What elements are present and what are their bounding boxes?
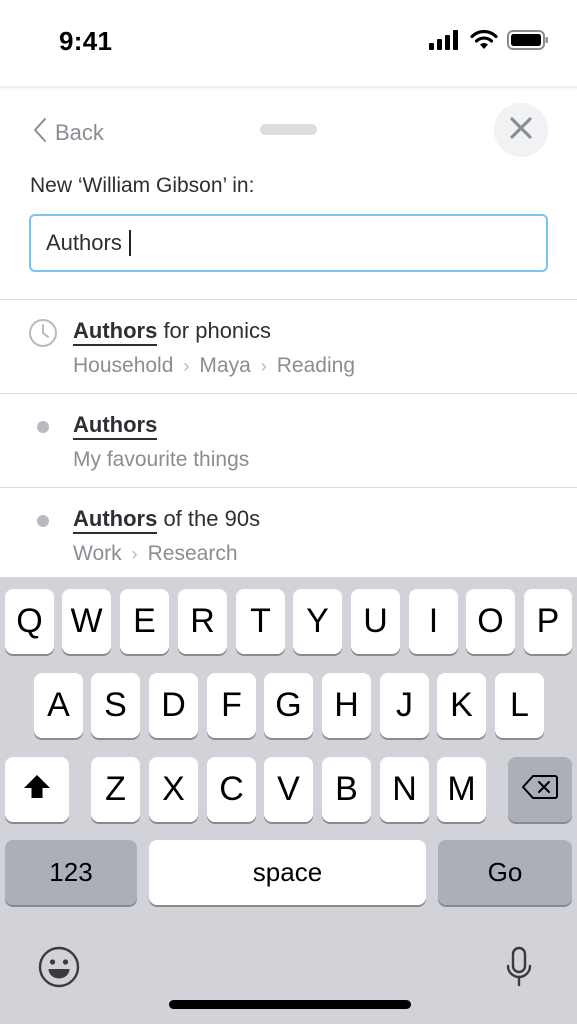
close-icon bbox=[510, 116, 532, 144]
key-d[interactable]: D bbox=[149, 673, 198, 738]
result-title-rest: of the 90s bbox=[157, 506, 261, 531]
status-time: 9:41 bbox=[59, 26, 113, 56]
path-segment: My favourite things bbox=[73, 448, 250, 471]
key-v[interactable]: V bbox=[264, 757, 313, 822]
numbers-key[interactable]: 123 bbox=[5, 840, 137, 905]
key-b[interactable]: B bbox=[322, 757, 371, 822]
key-m[interactable]: M bbox=[437, 757, 486, 822]
path-segment: Reading bbox=[276, 354, 355, 377]
result-title: Authors of the 90s bbox=[73, 506, 261, 534]
key-l[interactable]: L bbox=[495, 673, 544, 738]
result-match: Authors bbox=[73, 506, 158, 534]
sheet-header: Back bbox=[0, 88, 577, 170]
cellular-signal-icon bbox=[429, 30, 461, 55]
key-h[interactable]: H bbox=[322, 673, 371, 738]
search-input[interactable]: Authors bbox=[29, 214, 548, 272]
wifi-icon bbox=[470, 29, 498, 55]
shift-key[interactable] bbox=[5, 757, 69, 822]
chevron-right-icon: › bbox=[183, 356, 190, 376]
key-q[interactable]: Q bbox=[5, 589, 54, 654]
search-input-value: Authors bbox=[46, 230, 122, 255]
key-z[interactable]: Z bbox=[91, 757, 140, 822]
microphone-icon[interactable] bbox=[506, 946, 532, 988]
path-segment: Research bbox=[147, 542, 238, 565]
key-e[interactable]: E bbox=[120, 589, 169, 654]
list-item[interactable]: Authors My favourite things bbox=[0, 394, 577, 488]
result-path: Work › Research bbox=[73, 542, 238, 566]
key-f[interactable]: F bbox=[207, 673, 256, 738]
key-t[interactable]: T bbox=[236, 589, 285, 654]
key-r[interactable]: R bbox=[178, 589, 227, 654]
battery-icon bbox=[507, 30, 549, 55]
close-button[interactable] bbox=[494, 103, 548, 157]
key-p[interactable]: P bbox=[524, 589, 572, 654]
key-c[interactable]: C bbox=[207, 757, 256, 822]
home-indicator[interactable] bbox=[169, 1000, 411, 1009]
result-title: Authors for phonics bbox=[73, 318, 272, 346]
chevron-right-icon: › bbox=[260, 356, 267, 376]
key-s[interactable]: S bbox=[91, 673, 140, 738]
list-item[interactable]: Authors for phonics Household › Maya › Readi… bbox=[0, 300, 577, 394]
clock-icon bbox=[28, 318, 58, 348]
key-g[interactable]: G bbox=[264, 673, 313, 738]
destination-prompt: New ‘William Gibson’ in: bbox=[30, 174, 255, 197]
result-path: Household › Maya › Reading bbox=[73, 354, 355, 378]
result-title: Authors bbox=[73, 412, 158, 440]
path-segment: Work bbox=[73, 542, 122, 565]
emoji-icon[interactable] bbox=[38, 946, 80, 988]
sheet-grabber[interactable] bbox=[260, 124, 317, 135]
back-label: Back bbox=[55, 120, 104, 145]
bullet-icon bbox=[28, 506, 58, 536]
status-bar: 9:41 bbox=[0, 0, 577, 88]
space-key[interactable]: space bbox=[149, 840, 426, 905]
result-path: My favourite things bbox=[73, 448, 249, 472]
delete-key[interactable] bbox=[508, 757, 572, 822]
path-segment: Maya bbox=[199, 354, 251, 377]
keyboard: Q W E R T Y U I O P A S D F G H J K L Z … bbox=[0, 577, 577, 1024]
list-item[interactable]: Authors of the 90s Work › Research bbox=[0, 488, 577, 582]
text-caret bbox=[128, 230, 131, 256]
key-o[interactable]: O bbox=[466, 589, 515, 654]
bullet-icon bbox=[28, 412, 58, 442]
key-w[interactable]: W bbox=[62, 589, 111, 654]
result-match: Authors bbox=[73, 318, 158, 346]
key-y[interactable]: Y bbox=[293, 589, 342, 654]
chevron-right-icon: › bbox=[131, 544, 138, 564]
key-i[interactable]: I bbox=[409, 589, 458, 654]
go-key[interactable]: Go bbox=[438, 840, 572, 905]
path-segment: Household bbox=[73, 354, 174, 377]
key-j[interactable]: J bbox=[380, 673, 429, 738]
key-a[interactable]: A bbox=[34, 673, 83, 738]
back-button[interactable]: Back bbox=[33, 117, 104, 149]
result-match: Authors bbox=[73, 412, 158, 440]
result-title-rest: for phonics bbox=[157, 318, 272, 343]
shift-icon bbox=[23, 770, 51, 809]
key-u[interactable]: U bbox=[351, 589, 400, 654]
key-n[interactable]: N bbox=[380, 757, 429, 822]
delete-icon bbox=[522, 770, 558, 809]
chevron-left-icon bbox=[33, 117, 47, 149]
key-x[interactable]: X bbox=[149, 757, 198, 822]
status-icons bbox=[429, 29, 549, 55]
key-k[interactable]: K bbox=[437, 673, 486, 738]
